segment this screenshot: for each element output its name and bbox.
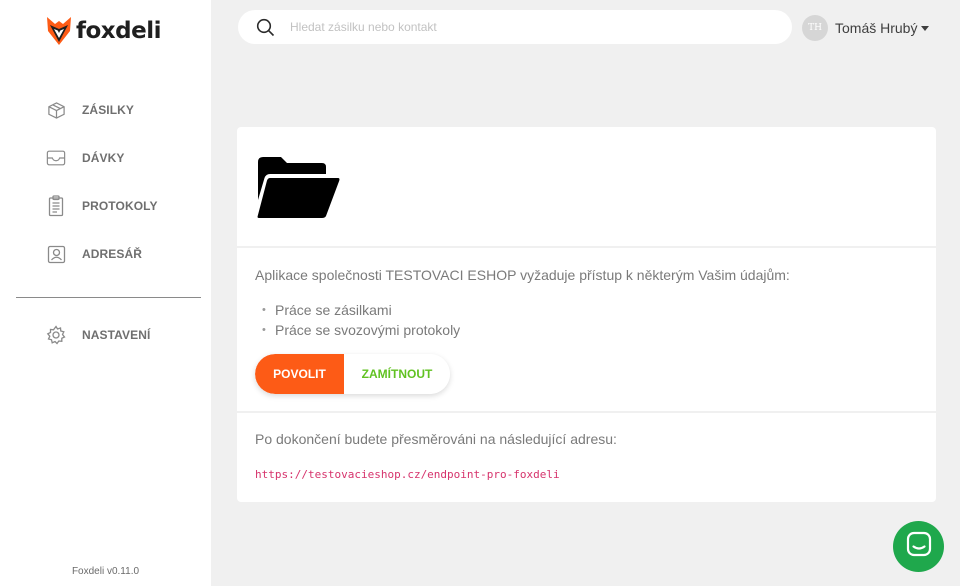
sidebar-item-nastaveni[interactable]: NASTAVENÍ bbox=[0, 311, 211, 359]
app-version: Foxdeli v0.11.0 bbox=[71, 566, 140, 577]
sidebar: foxdeli ZÁSILKY DÁVKY PROTOKOLY ADRESÁŘ … bbox=[0, 0, 211, 586]
permission-list: Práce se zásilkami Práce se svozovými pr… bbox=[262, 300, 460, 340]
sidebar-item-label: DÁVKY bbox=[82, 151, 125, 165]
sidebar-item-zasilky[interactable]: ZÁSILKY bbox=[0, 86, 211, 134]
logo-text: foxdeli bbox=[76, 18, 161, 44]
sidebar-divider bbox=[16, 297, 201, 298]
chat-launcher-button[interactable] bbox=[893, 521, 944, 572]
search-icon[interactable] bbox=[256, 18, 275, 37]
redirect-card: Po dokončení budete přesměrováni na násl… bbox=[237, 413, 936, 502]
gear-icon bbox=[46, 324, 66, 346]
user-name: Tomáš Hrubý bbox=[835, 20, 918, 36]
redirect-text: Po dokončení budete přesměrováni na násl… bbox=[255, 431, 617, 447]
sidebar-item-protokoly[interactable]: PROTOKOLY bbox=[0, 182, 211, 230]
inbox-tray-icon bbox=[46, 147, 66, 169]
fox-logo-icon bbox=[47, 17, 71, 45]
allow-button[interactable]: POVOLIT bbox=[255, 354, 344, 394]
consent-button-group: POVOLIT ZAMÍTNOUT bbox=[255, 354, 450, 394]
consent-description: Aplikace společnosti TESTOVACI ESHOP vyž… bbox=[255, 267, 790, 283]
chat-icon bbox=[906, 531, 932, 562]
sidebar-item-label: PROTOKOLY bbox=[82, 199, 158, 213]
search-bar bbox=[238, 10, 792, 44]
redirect-url: https://testovacieshop.cz/endpoint-pro-f… bbox=[255, 468, 560, 481]
sidebar-item-adresar[interactable]: ADRESÁŘ bbox=[0, 230, 211, 278]
address-book-icon bbox=[46, 243, 66, 265]
user-menu[interactable]: TH Tomáš Hrubý bbox=[802, 15, 930, 41]
sidebar-item-label: NASTAVENÍ bbox=[82, 328, 151, 342]
sidebar-item-label: ZÁSILKY bbox=[82, 103, 135, 117]
clipboard-icon bbox=[46, 195, 66, 217]
sidebar-item-davky[interactable]: DÁVKY bbox=[0, 134, 211, 182]
list-item: Práce se svozovými protokoly bbox=[262, 320, 460, 340]
sidebar-item-label: ADRESÁŘ bbox=[82, 247, 143, 261]
deny-button[interactable]: ZAMÍTNOUT bbox=[344, 354, 450, 394]
main-nav: ZÁSILKY DÁVKY PROTOKOLY ADRESÁŘ bbox=[0, 86, 211, 278]
avatar: TH bbox=[802, 15, 828, 41]
consent-permissions-card: Aplikace společnosti TESTOVACI ESHOP vyž… bbox=[237, 248, 936, 411]
folder-open-icon bbox=[256, 156, 340, 224]
logo[interactable]: foxdeli bbox=[46, 14, 161, 48]
list-item: Práce se zásilkami bbox=[262, 300, 460, 320]
caret-down-icon bbox=[921, 25, 930, 31]
consent-header-card bbox=[237, 127, 936, 246]
package-icon bbox=[46, 99, 66, 121]
search-input[interactable] bbox=[290, 10, 770, 44]
